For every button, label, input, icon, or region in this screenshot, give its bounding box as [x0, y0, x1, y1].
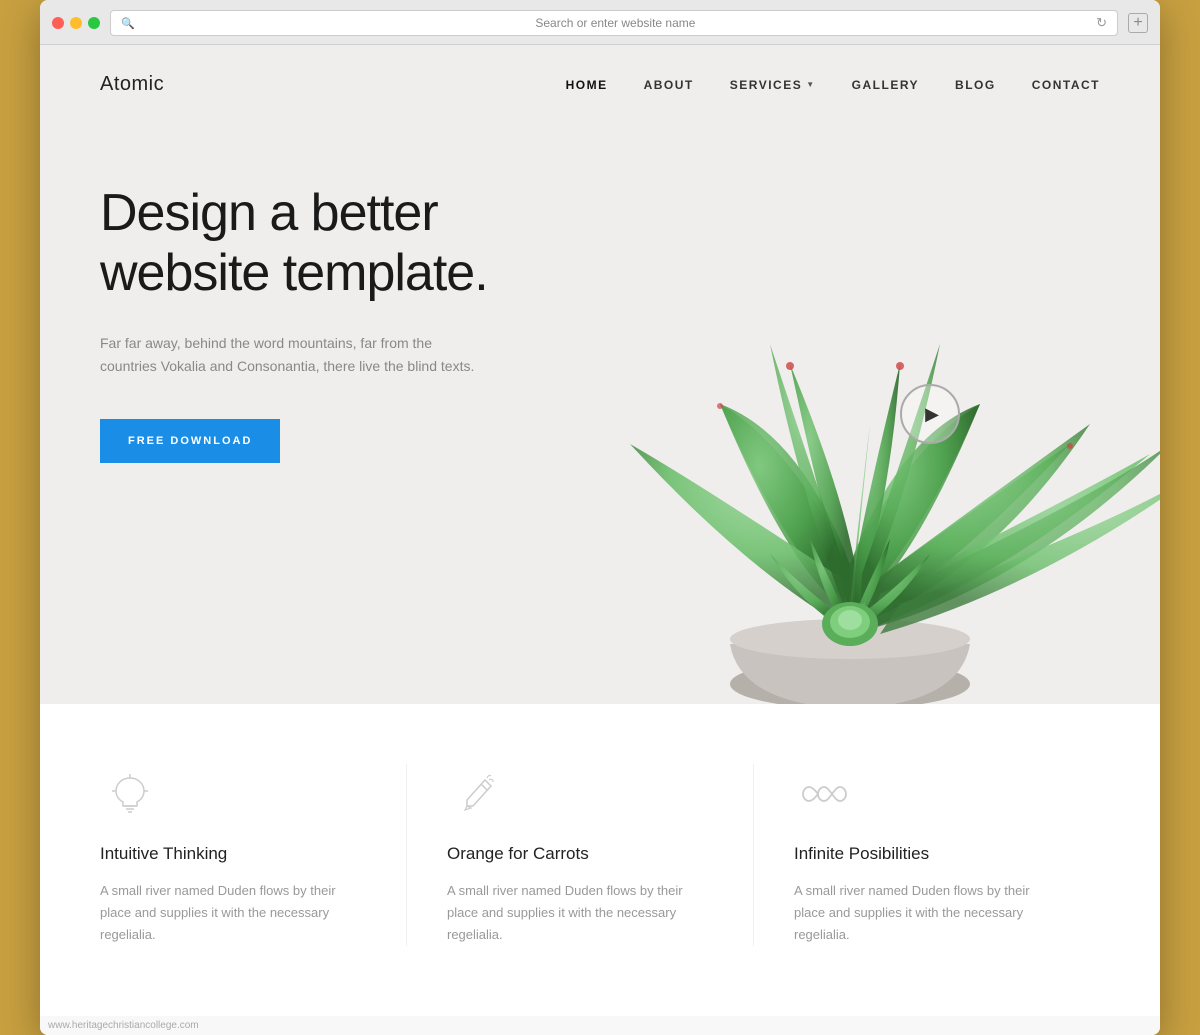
dropdown-arrow-icon: ▼ — [806, 80, 815, 89]
refresh-icon[interactable]: ↻ — [1096, 15, 1107, 31]
feature-title-1: Intuitive Thinking — [100, 844, 366, 864]
nav-blog[interactable]: BLOG — [955, 78, 996, 92]
hero-title: Design a better website template. — [100, 184, 580, 304]
nav-home[interactable]: HOME — [566, 78, 608, 92]
close-button[interactable] — [52, 17, 64, 29]
website-content: Atomic HOME ABOUT SERVICES ▼ GALLERY BLO… — [40, 45, 1160, 1035]
search-icon: 🔍 — [121, 17, 135, 30]
nav-gallery[interactable]: GALLERY — [852, 78, 919, 92]
feature-desc-2: A small river named Duden flows by their… — [447, 880, 713, 946]
watermark: www.heritagechristiancollege.com — [40, 1016, 1160, 1035]
maximize-button[interactable] — [88, 17, 100, 29]
address-bar[interactable]: 🔍 Search or enter website name ↻ — [110, 10, 1118, 36]
play-button[interactable]: ▶ — [900, 384, 960, 444]
feature-icon-2 — [447, 764, 507, 824]
feature-item-1: Intuitive Thinking A small river named D… — [100, 764, 407, 946]
feature-icon-3 — [794, 764, 854, 824]
nav-contact[interactable]: CONTACT — [1032, 78, 1100, 92]
hero-plant-image — [510, 124, 1160, 704]
feature-item-3: Infinite Posibilities A small river name… — [794, 764, 1100, 946]
hero-subtitle: Far far away, behind the word mountains,… — [100, 332, 480, 380]
navigation: Atomic HOME ABOUT SERVICES ▼ GALLERY BLO… — [40, 45, 1160, 124]
site-logo[interactable]: Atomic — [100, 73, 164, 96]
traffic-lights — [52, 17, 100, 29]
new-tab-button[interactable]: + — [1128, 13, 1148, 33]
feature-icon-1 — [100, 764, 160, 824]
nav-links: HOME ABOUT SERVICES ▼ GALLERY BLOG CONTA… — [566, 76, 1100, 94]
minimize-button[interactable] — [70, 17, 82, 29]
feature-desc-3: A small river named Duden flows by their… — [794, 880, 1060, 946]
address-text: Search or enter website name — [141, 16, 1090, 30]
browser-window: 🔍 Search or enter website name ↻ + Atomi… — [40, 0, 1160, 1035]
hero-content: Design a better website template. Far fa… — [100, 184, 580, 463]
feature-desc-1: A small river named Duden flows by their… — [100, 880, 366, 946]
feature-item-2: Orange for Carrots A small river named D… — [447, 764, 754, 946]
nav-services[interactable]: SERVICES ▼ — [730, 78, 816, 92]
features-section: Intuitive Thinking A small river named D… — [40, 704, 1160, 1016]
feature-title-3: Infinite Posibilities — [794, 844, 1060, 864]
feature-title-2: Orange for Carrots — [447, 844, 713, 864]
hero-section: Design a better website template. Far fa… — [40, 124, 1160, 704]
cta-button[interactable]: FREE DOWNLOAD — [100, 419, 280, 463]
nav-about[interactable]: ABOUT — [644, 78, 694, 92]
play-icon: ▶ — [925, 404, 939, 425]
browser-chrome: 🔍 Search or enter website name ↻ + — [40, 0, 1160, 45]
